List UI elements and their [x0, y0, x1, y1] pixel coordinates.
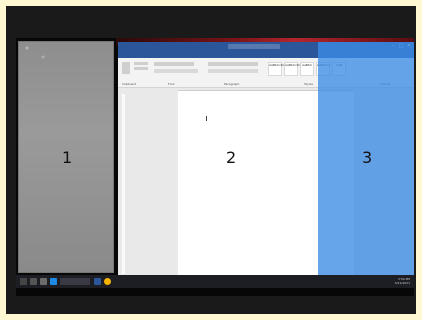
alignment-buttons[interactable]	[208, 69, 258, 73]
start-icon[interactable]	[20, 278, 27, 285]
chrome-icon[interactable]	[104, 278, 111, 285]
zone-number-1: 1	[62, 148, 73, 167]
paste-icon[interactable]	[122, 62, 130, 74]
group-paragraph-label: Paragraph	[224, 82, 240, 86]
word-taskbar-icon[interactable]	[94, 278, 101, 285]
desktop-screen: 1 – □ ✕ File Home Insert Design Layout R…	[16, 38, 414, 296]
font-format-buttons[interactable]	[154, 69, 198, 73]
list-buttons[interactable]	[208, 62, 258, 66]
tray-date: 3/21/2021	[394, 281, 410, 285]
task-view-icon[interactable]	[30, 278, 37, 285]
snap-zone-1[interactable]: 1	[18, 41, 114, 273]
taskbar: 3:59 PM 3/21/2021	[16, 275, 414, 288]
style-no-spacing[interactable]: AaBbCcDd	[284, 62, 301, 76]
group-clipboard-label: Clipboard	[122, 82, 137, 86]
snap-zone-3[interactable]: 3	[318, 42, 414, 278]
style-normal[interactable]: AaBbCcDd	[268, 62, 285, 76]
font-name-dropdown[interactable]	[154, 62, 194, 66]
zone-number-2: 2	[226, 148, 237, 167]
system-tray[interactable]: 3:59 PM 3/21/2021	[395, 277, 410, 285]
group-styles-label: Styles	[304, 82, 314, 86]
edge-icon[interactable]	[50, 278, 57, 285]
zone-number-3: 3	[362, 148, 373, 167]
style-heading-1[interactable]: AaBbC	[300, 62, 314, 76]
group-font-label: Font	[168, 82, 175, 86]
search-box[interactable]	[228, 44, 280, 49]
vertical-ruler	[122, 94, 125, 274]
cut-icon[interactable]	[134, 62, 148, 65]
text-cursor	[206, 116, 207, 121]
copy-icon[interactable]	[134, 67, 148, 70]
file-explorer-icon[interactable]	[40, 278, 47, 285]
taskbar-search-icon[interactable]	[60, 278, 90, 285]
screen-crack-texture	[19, 42, 59, 72]
